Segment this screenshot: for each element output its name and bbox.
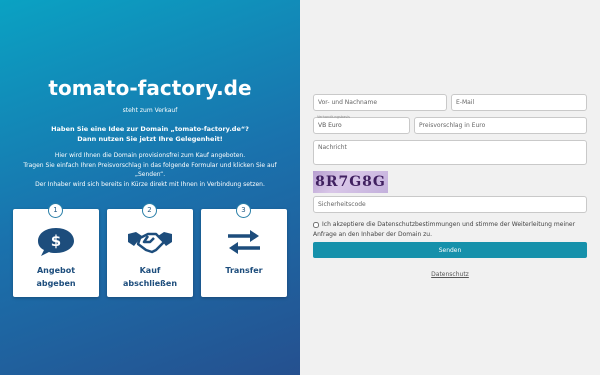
- promo-panel: tomato-factory.de steht zum Verkauf Habe…: [0, 0, 300, 375]
- step-label-line-1: Transfer: [225, 266, 263, 275]
- pitch-line-2: Dann nutzen Sie jetzt Ihre Gelegenheit!: [77, 135, 223, 143]
- svg-text:$: $: [51, 232, 61, 250]
- negotiation-basis-field[interactable]: [313, 117, 410, 134]
- offer-form: Verhandlungsbasis 8R7G8G Ich akzeptiere …: [300, 0, 600, 375]
- pitch-line-1: Haben Sie eine Idee zur Domain „tomato-f…: [51, 125, 249, 133]
- message-field[interactable]: [313, 140, 587, 165]
- transfer-arrows-icon: [201, 226, 287, 258]
- step-label: Kauf abschließen: [107, 265, 193, 290]
- step-number-badge: 2: [142, 203, 157, 218]
- handshake-icon: [107, 226, 193, 258]
- step-label: Transfer: [201, 265, 287, 278]
- captcha-image: 8R7G8G: [313, 171, 388, 193]
- consent-row: Ich akzeptiere die Datenschutzbestimmung…: [313, 220, 587, 240]
- step-label-line-1: Kauf: [139, 266, 161, 275]
- consent-text: Ich akzeptiere die Datenschutzbestimmung…: [313, 221, 576, 238]
- step-number-badge: 1: [48, 203, 63, 218]
- description-line-2: Tragen Sie einfach Ihren Preisvorschlag …: [23, 161, 277, 179]
- security-code-field[interactable]: [313, 196, 587, 213]
- description-line-1: Hier wird Ihnen die Domain provisionsfre…: [54, 152, 246, 159]
- for-sale-text: steht zum Verkauf: [122, 107, 178, 114]
- domain-title: tomato-factory.de: [48, 76, 252, 100]
- privacy-link[interactable]: Datenschutz: [300, 271, 600, 278]
- step-label-line-1: Angebot: [36, 266, 76, 275]
- step-card-transfer: 3 Transfer: [201, 203, 287, 297]
- name-field[interactable]: [313, 94, 447, 111]
- step-label: Angebot abgeben: [13, 265, 99, 290]
- step-label-line-2: abschließen: [122, 278, 178, 288]
- dollar-speech-bubble-icon: $: [13, 226, 99, 258]
- email-field[interactable]: [451, 94, 587, 111]
- step-card-purchase: 2 Kauf abschließen: [107, 203, 193, 297]
- step-card-offer: 1 $ Angebot abgeben: [13, 203, 99, 297]
- step-label-line-2: abgeben: [36, 278, 76, 288]
- description-text: Hier wird Ihnen die Domain provisionsfre…: [14, 151, 286, 189]
- description-line-3: Der Inhaber wird sich bereits in Kürze d…: [35, 180, 265, 188]
- consent-checkbox[interactable]: [313, 221, 319, 228]
- negotiation-basis-label: Verhandlungsbasis: [317, 115, 350, 119]
- step-number-badge: 3: [236, 203, 251, 218]
- send-button[interactable]: Senden: [313, 242, 587, 258]
- pitch-text: Haben Sie eine Idee zur Domain „tomato-f…: [0, 124, 300, 144]
- price-offer-field[interactable]: [414, 117, 587, 134]
